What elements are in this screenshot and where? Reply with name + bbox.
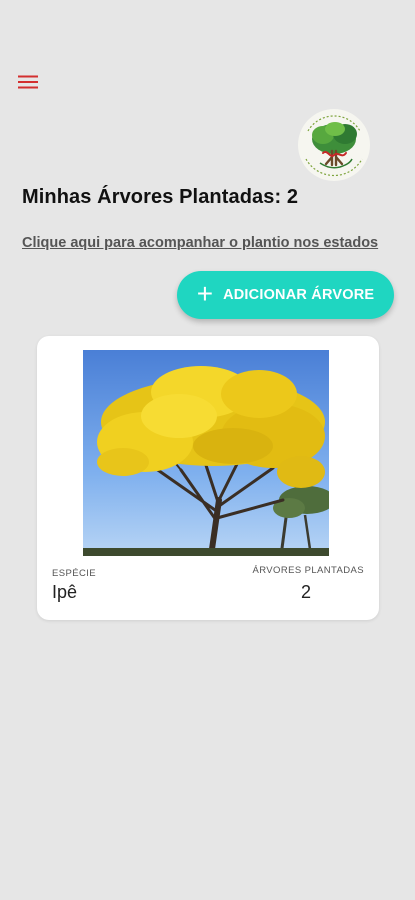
menu-button[interactable]: [14, 68, 42, 96]
add-tree-button[interactable]: + ADICIONAR ÁRVORE: [177, 271, 394, 319]
species-value: Ipê: [52, 582, 78, 602]
plus-icon: +: [196, 277, 214, 309]
add-tree-label: ADICIONAR ÁRVORE: [223, 287, 375, 303]
plantar-arvores-logo: [298, 109, 370, 181]
trees-planted-label: ÁRVORES PLANTADAS: [252, 565, 364, 576]
species-label: ESPÉCIE: [52, 568, 96, 579]
states-planting-link[interactable]: Clique aqui para acompanhar o plantio no…: [22, 235, 378, 251]
hamburger-menu-icon: [18, 75, 38, 89]
tree-photo: [83, 350, 329, 556]
page-title: Minhas Árvores Plantadas: 2: [22, 186, 299, 208]
tree-card[interactable]: ESPÉCIE Ipê ÁRVORES PLANTADAS 2: [37, 336, 379, 620]
trees-planted-value: 2: [300, 582, 311, 602]
